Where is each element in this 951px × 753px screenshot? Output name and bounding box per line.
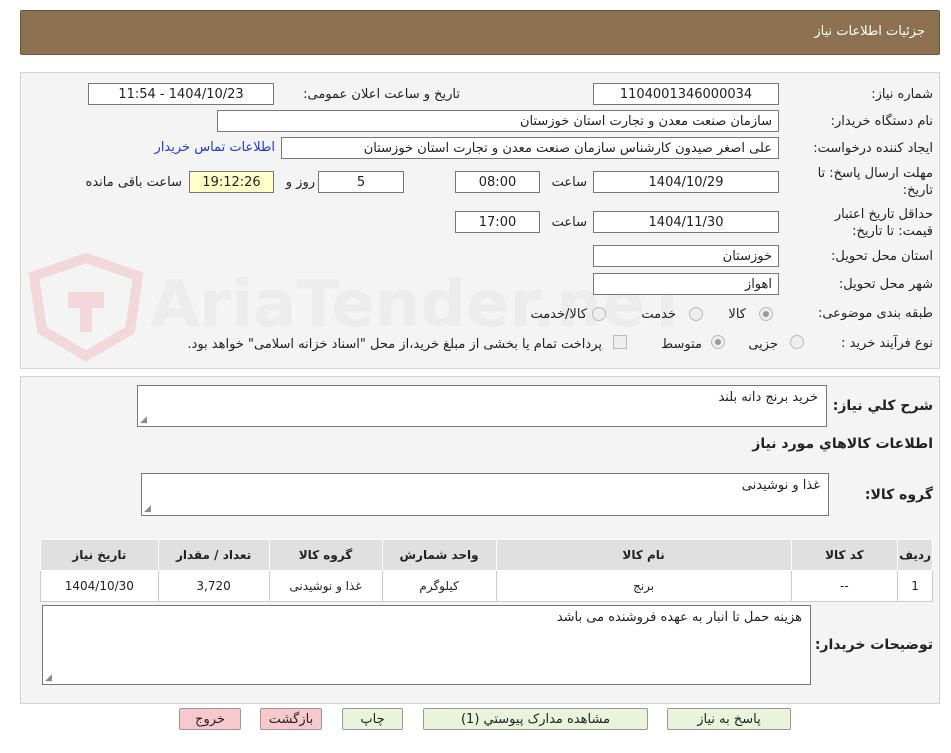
deadline-label-line1: مهلت ارسال پاسخ: تا (817, 166, 933, 181)
watermark-logo-icon (26, 252, 146, 366)
resize-grip-icon[interactable]: ◢ (45, 673, 52, 683)
remaining-label: ساعت باقی مانده (85, 175, 182, 190)
process-option-medium: متوسط (661, 337, 702, 352)
col-header-need-date: تاریخ نیاز (40, 539, 159, 571)
cell-group: غذا و نوشیدنی (268, 570, 383, 602)
table-row: 1 -- برنج کیلوگرم غذا و نوشیدنی 3,720 14… (40, 570, 933, 602)
goods-group-label: گروه کالا: (864, 487, 933, 503)
deadline-label-line2: تاریخ: (902, 183, 933, 198)
goods-group-text: غذا و نوشیدنی (741, 478, 820, 493)
buyer-notes-label: توضیحات خریدار: (814, 637, 933, 653)
need-number-field: 1104001346000034 (593, 83, 779, 105)
category-option-service: خدمت (641, 307, 676, 322)
col-header-quantity: تعداد / مقدار (157, 539, 270, 571)
buyer-notes-text: هزینه حمل تا انبار به عهده فروشنده می با… (556, 610, 802, 625)
process-radio-minor[interactable] (790, 335, 804, 349)
col-header-item-code: کد کالا (790, 539, 899, 571)
goods-table: رديف کد کالا نام کالا واحد شمارش گروه کا… (40, 539, 933, 602)
category-label: طبقه بندی موضوعی: (817, 306, 933, 321)
buyer-notes-textarea[interactable]: هزینه حمل تا انبار به عهده فروشنده می با… (42, 605, 811, 685)
category-radio-goods-service[interactable] (592, 307, 606, 321)
process-label: نوع فرآیند خرید : (841, 336, 933, 351)
buyer-contact-link[interactable]: اطلاعات تماس خریدار (155, 140, 275, 155)
category-option-goods: کالا (728, 307, 746, 322)
cell-quantity: 3,720 (157, 570, 270, 602)
validity-date-field: 1404/11/30 (593, 211, 779, 233)
category-radio-goods[interactable] (759, 307, 773, 321)
province-field: خوزستان (593, 245, 779, 267)
cell-unit: کیلوگرم (381, 570, 497, 602)
exit-button[interactable]: خروج (179, 708, 241, 730)
col-header-row-number: رديف (897, 539, 933, 571)
goods-group-textarea[interactable]: غذا و نوشیدنی ◢ (141, 473, 829, 516)
announce-label: تاریخ و ساعت اعلان عمومی: (303, 87, 460, 102)
treasury-checkbox[interactable] (613, 335, 627, 349)
print-button[interactable]: چاپ (342, 708, 403, 730)
validity-time-field: 17:00 (455, 211, 540, 233)
validity-label-line1: حداقل تاریخ اعتبار (834, 207, 933, 222)
page-title: جزئیات اطلاعات نیاز (814, 24, 925, 39)
remaining-time-field: 19:12:26 (189, 171, 274, 193)
resize-grip-icon[interactable]: ◢ (144, 504, 151, 514)
buyer-org-field: سازمان صنعت معدن و تجارت استان خوزستان (217, 110, 779, 132)
cell-item-name: برنج (495, 570, 792, 602)
category-option-goods-service: کالا/خدمت (530, 307, 587, 322)
treasury-payment-note: پرداخت تمام یا بخشی از مبلغ خرید،از محل … (187, 337, 602, 352)
process-option-minor: جزیی (748, 337, 778, 352)
cell-row-number: 1 (897, 570, 933, 602)
validity-label-line2: قیمت: تا تاریخ: (852, 224, 933, 239)
summary-label: شرح کلي نياز: (832, 398, 933, 414)
table-header-row: رديف کد کالا نام کالا واحد شمارش گروه کا… (40, 539, 933, 571)
deadline-date-field: 1404/10/29 (593, 171, 779, 193)
view-attachments-button[interactable]: مشاهده مدارک پیوستي (1) (423, 708, 648, 730)
process-radio-medium[interactable] (711, 335, 725, 349)
province-label: استان محل تحویل: (831, 249, 933, 264)
creator-field: علی اصغر صیدون کارشناس سازمان صنعت معدن … (281, 137, 779, 159)
creator-label: ایجاد کننده درخواست: (813, 141, 933, 156)
cell-need-date: 1404/10/30 (40, 570, 159, 602)
summary-textarea[interactable]: خرید برنج دانه بلند ◢ (137, 385, 827, 427)
need-number-label: شماره نیاز: (871, 87, 933, 102)
validity-time-label: ساعت (551, 215, 587, 230)
cell-item-code: -- (790, 570, 899, 602)
deadline-time-field: 08:00 (455, 171, 540, 193)
announce-field: 1404/10/23 - 11:54 (88, 83, 274, 105)
back-button[interactable]: بازگشت (260, 708, 322, 730)
resize-grip-icon[interactable]: ◢ (140, 415, 147, 425)
category-radio-service[interactable] (689, 307, 703, 321)
city-field: اهواز (593, 273, 779, 295)
summary-text: خرید برنج دانه بلند (718, 390, 818, 405)
buyer-org-label: نام دستگاه خریدار: (830, 114, 933, 129)
city-label: شهر محل تحویل: (838, 277, 933, 292)
col-header-item-name: نام کالا (495, 539, 792, 571)
reply-button[interactable]: پاسخ به نیاز (667, 708, 791, 730)
goods-info-title: اطلاعات کالاهاي مورد نياز (752, 436, 933, 452)
page-header: جزئیات اطلاعات نیاز (20, 10, 940, 55)
days-label: روز و (285, 175, 315, 190)
days-field: 5 (318, 171, 404, 193)
col-header-unit: واحد شمارش (381, 539, 497, 571)
col-header-group: گروه کالا (268, 539, 383, 571)
deadline-time-label: ساعت (551, 175, 587, 190)
